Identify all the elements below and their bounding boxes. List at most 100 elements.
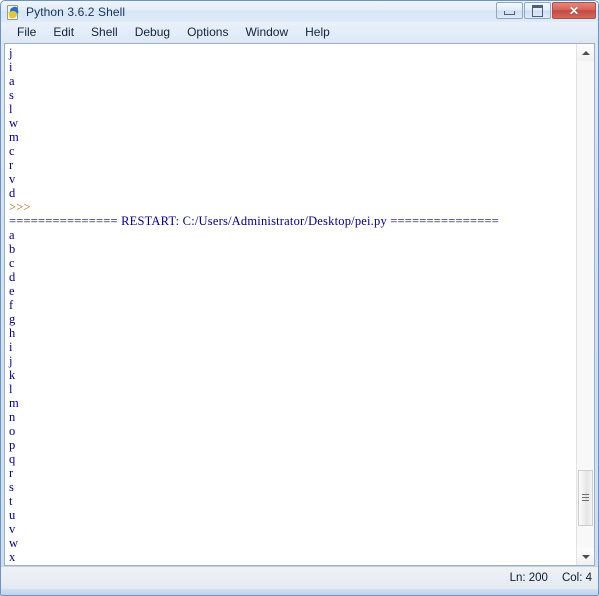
console-output-text: s (9, 88, 15, 102)
status-line-number: Ln: 200 (509, 572, 548, 584)
menu-item-window[interactable]: Window (237, 24, 297, 40)
console-output-text: b (9, 242, 16, 256)
console-line: o (9, 424, 576, 438)
console-line: =============== RESTART: C:/Users/Admini… (9, 214, 576, 228)
close-icon: ✕ (568, 3, 580, 18)
console-output-text: a (9, 74, 15, 88)
console-line: w (9, 536, 576, 550)
console-line: j (9, 354, 576, 368)
console-output-text: v (9, 522, 16, 536)
console-line: d (9, 186, 576, 200)
console-output-text: a (9, 228, 15, 242)
console-line: v (9, 172, 576, 186)
console-output-text: n (9, 410, 16, 424)
close-button[interactable]: ✕ (552, 2, 596, 19)
console-output-text: w (9, 116, 19, 130)
console-output-text: i (9, 60, 13, 74)
console-line: c (9, 256, 576, 270)
menu-item-file[interactable]: File (9, 24, 45, 40)
scroll-down-arrow[interactable] (577, 548, 594, 565)
console-output-text: p (9, 438, 16, 452)
console-line: h (9, 326, 576, 340)
shell-text-frame: j i a s l w m c r v d >>> =============== RESTART: … (4, 43, 595, 566)
maximize-icon (532, 4, 543, 17)
console-line: s (9, 480, 576, 494)
console-line: p (9, 438, 576, 452)
vertical-scrollbar[interactable] (576, 44, 594, 565)
python-shell-window: Python 3.6.2 Shell ✕ File Edit Shell Deb… (0, 0, 599, 596)
console-line: l (9, 102, 576, 116)
console-output-text: v (9, 172, 16, 186)
console-line: a (9, 74, 576, 88)
scrollbar-thumb[interactable] (578, 470, 593, 527)
console-line: y (9, 564, 576, 565)
console-line: m (9, 396, 576, 410)
console-output-text: u (9, 508, 16, 522)
restart-banner: =============== RESTART: C:/Users/Admini… (9, 214, 499, 228)
console-output-text: x (9, 550, 16, 564)
console-output-text: q (9, 452, 16, 466)
title-bar[interactable]: Python 3.6.2 Shell ✕ (1, 1, 598, 22)
console-output-text: e (9, 284, 15, 298)
console-output-text: d (9, 186, 16, 200)
menu-item-help[interactable]: Help (297, 24, 339, 40)
menu-item-debug[interactable]: Debug (127, 24, 179, 40)
menu-item-edit[interactable]: Edit (45, 24, 83, 40)
console-output-text: s (9, 480, 15, 494)
console-output-text: o (9, 424, 16, 438)
console-line: k (9, 368, 576, 382)
console-output-text: i (9, 340, 13, 354)
python-idle-icon (5, 4, 21, 20)
scrollbar-grip-icon (582, 493, 589, 503)
console-line: n (9, 410, 576, 424)
console-output-text: c (9, 256, 15, 270)
console-output-text: k (9, 368, 16, 382)
client-area: j i a s l w m c r v d >>> =============== RESTART: … (1, 41, 598, 566)
menu-item-shell[interactable]: Shell (83, 24, 127, 40)
minimize-button[interactable] (496, 2, 523, 19)
console-line: x (9, 550, 576, 564)
console-line: w (9, 116, 576, 130)
console-output-text: r (9, 158, 14, 172)
console-line: b (9, 242, 576, 256)
console-output-text: y (9, 564, 15, 565)
menu-bar: File Edit Shell Debug Options Window Hel… (1, 22, 598, 41)
console-line: d (9, 270, 576, 284)
console-line: i (9, 340, 576, 354)
status-bar: Ln: 200 Col: 4 (1, 566, 598, 589)
console-output-text: g (9, 312, 16, 326)
shell-output-area[interactable]: j i a s l w m c r v d >>> =============== RESTART: … (5, 44, 576, 565)
console-line: u (9, 508, 576, 522)
console-line: v (9, 522, 576, 536)
console-output-text: m (9, 396, 19, 410)
console-line: f (9, 298, 576, 312)
console-line: c (9, 144, 576, 158)
console-output-text: j (9, 46, 13, 60)
console-line: l (9, 382, 576, 396)
console-line: q (9, 452, 576, 466)
menu-item-options[interactable]: Options (179, 24, 237, 40)
console-line: r (9, 466, 576, 480)
console-line: a (9, 228, 576, 242)
console-line: m (9, 130, 576, 144)
console-line: >>> (9, 200, 576, 214)
console-line: g (9, 312, 576, 326)
minimize-icon (504, 11, 515, 15)
console-line: r (9, 158, 576, 172)
console-output-text: l (9, 102, 13, 116)
console-output-text: r (9, 466, 14, 480)
console-output-text: j (9, 354, 13, 368)
scroll-up-arrow[interactable] (577, 44, 594, 61)
console-output-text: m (9, 130, 19, 144)
console-output-text: w (9, 536, 19, 550)
scrollbar-track[interactable] (577, 61, 594, 548)
window-controls: ✕ (496, 2, 596, 19)
console-line: j (9, 46, 576, 60)
console-output-text: c (9, 144, 15, 158)
console-line: i (9, 60, 576, 74)
window-resize-strip[interactable] (1, 589, 598, 595)
console-output-text: f (9, 298, 14, 312)
console-line: t (9, 494, 576, 508)
console-text: j i a s l w m c r v d >>> =============== RESTART: … (9, 46, 576, 565)
maximize-button[interactable] (524, 2, 551, 19)
